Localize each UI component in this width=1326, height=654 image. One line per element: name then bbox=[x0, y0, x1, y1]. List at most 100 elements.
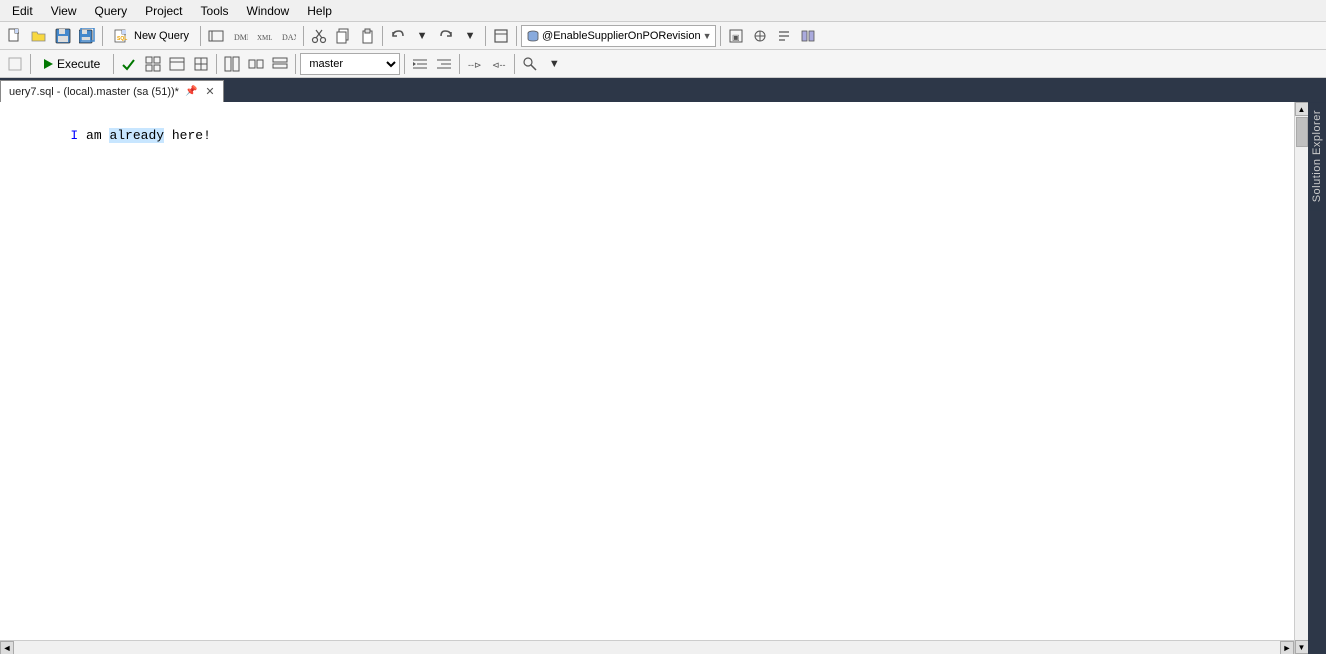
tb-extra-icon-1: ▣ bbox=[728, 28, 744, 44]
tb2-icon-a bbox=[224, 56, 240, 72]
svg-text:▣: ▣ bbox=[732, 33, 740, 42]
sep-t2-3 bbox=[216, 54, 217, 74]
svg-text:--⊳: --⊳ bbox=[468, 60, 482, 70]
pin-icon[interactable]: 📌 bbox=[185, 86, 197, 97]
save-button[interactable] bbox=[52, 25, 74, 47]
connection-dropdown[interactable]: @EnableSupplierOnPORevision ▼ bbox=[521, 25, 716, 47]
tb2-btn-b[interactable] bbox=[245, 53, 267, 75]
tab-bar: uery7.sql - (local).master (sa (51))* 📌 … bbox=[0, 78, 1326, 102]
comment-button[interactable]: --⊳ bbox=[464, 53, 486, 75]
new-file-button[interactable] bbox=[4, 25, 26, 47]
code-highlight-already: already bbox=[109, 128, 164, 143]
zoom-icon bbox=[522, 56, 538, 72]
check-icon bbox=[121, 56, 137, 72]
copy-button[interactable] bbox=[332, 25, 354, 47]
v-scroll-track[interactable] bbox=[1295, 116, 1308, 640]
paste-button[interactable] bbox=[356, 25, 378, 47]
zoom-button[interactable] bbox=[519, 53, 541, 75]
execute-label: Execute bbox=[57, 57, 100, 71]
tb2-grid-icon-3 bbox=[193, 56, 209, 72]
v-scrollbar: ▲ ▼ bbox=[1294, 102, 1308, 654]
h-scroll-track[interactable] bbox=[14, 641, 1280, 654]
tb2-icon-c bbox=[272, 56, 288, 72]
sep-4 bbox=[382, 26, 383, 46]
open-file-button[interactable] bbox=[28, 25, 50, 47]
execute-button[interactable]: Execute bbox=[35, 53, 109, 75]
fullscreen-button[interactable] bbox=[490, 25, 512, 47]
tb2-grid-3[interactable] bbox=[190, 53, 212, 75]
menu-query[interactable]: Query bbox=[86, 2, 135, 20]
indent-button[interactable] bbox=[409, 53, 431, 75]
tb-extra-icon-4 bbox=[800, 28, 816, 44]
parse-button[interactable] bbox=[118, 53, 140, 75]
editor-area: I am already here! ◄ ► bbox=[0, 102, 1294, 654]
query-tab[interactable]: uery7.sql - (local).master (sa (51))* 📌 … bbox=[0, 80, 224, 102]
close-tab-icon[interactable]: ✕ bbox=[205, 85, 214, 98]
save-all-icon bbox=[79, 28, 95, 44]
undo-button[interactable] bbox=[387, 25, 409, 47]
right-panel: Solution Explorer bbox=[1308, 102, 1326, 654]
menu-help[interactable]: Help bbox=[299, 2, 340, 20]
tb2-grid-1[interactable] bbox=[142, 53, 164, 75]
connection-arrow: ▼ bbox=[703, 31, 712, 41]
redo-button[interactable] bbox=[435, 25, 457, 47]
toolbar-1: SQL New Query DMF XMLA DAX bbox=[0, 22, 1326, 50]
menu-bar: Edit View Query Project Tools Window Hel… bbox=[0, 0, 1326, 22]
solution-explorer-tab[interactable]: Solution Explorer bbox=[1309, 102, 1325, 210]
tb-extra-4[interactable] bbox=[797, 25, 819, 47]
menu-edit[interactable]: Edit bbox=[4, 2, 41, 20]
sep-1 bbox=[102, 26, 103, 46]
tb-extra-2[interactable] bbox=[749, 25, 771, 47]
sep-7 bbox=[720, 26, 721, 46]
tb2-btn-c[interactable] bbox=[269, 53, 291, 75]
undo-dropdown[interactable]: ▼ bbox=[411, 25, 433, 47]
menu-tools[interactable]: Tools bbox=[193, 2, 237, 20]
uncomment-button[interactable]: ⊲-- bbox=[488, 53, 510, 75]
tb-btn-4[interactable]: DMF bbox=[229, 25, 251, 47]
execute-play-icon bbox=[44, 59, 53, 69]
menu-view[interactable]: View bbox=[43, 2, 85, 20]
sep-t2-2 bbox=[113, 54, 114, 74]
tb-btn-6[interactable]: DAX bbox=[277, 25, 299, 47]
v-scroll-down-btn[interactable]: ▼ bbox=[1295, 640, 1309, 654]
tb-extra-3[interactable] bbox=[773, 25, 795, 47]
h-scroll-left-btn[interactable]: ◄ bbox=[0, 641, 14, 654]
tb-icon-6: DAX bbox=[280, 28, 296, 44]
new-query-button[interactable]: SQL New Query bbox=[107, 25, 196, 47]
cut-button[interactable] bbox=[308, 25, 330, 47]
sep-5 bbox=[485, 26, 486, 46]
sep-t2-1 bbox=[30, 54, 31, 74]
editor-content[interactable]: I am already here! bbox=[0, 102, 1294, 640]
redo-dropdown[interactable]: ▼ bbox=[459, 25, 481, 47]
tb-extra-1[interactable]: ▣ bbox=[725, 25, 747, 47]
outdent-button[interactable] bbox=[433, 53, 455, 75]
tb-icon-4: DMF bbox=[232, 28, 248, 44]
menu-window[interactable]: Window bbox=[239, 2, 298, 20]
h-scroll-right-btn[interactable]: ► bbox=[1280, 641, 1294, 654]
open-icon bbox=[31, 28, 47, 44]
tab-label: uery7.sql - (local).master (sa (51))* bbox=[9, 86, 179, 98]
new-file-icon bbox=[7, 28, 23, 44]
svg-text:DAX: DAX bbox=[282, 33, 296, 42]
sep-t2-7 bbox=[514, 54, 515, 74]
tb-icon-3 bbox=[208, 28, 224, 44]
v-scroll-thumb[interactable] bbox=[1296, 117, 1308, 147]
indent-icon bbox=[412, 56, 428, 72]
code-line-1: I am already here! bbox=[8, 106, 1286, 165]
undo-icon bbox=[390, 28, 406, 44]
uncomment-icon: ⊲-- bbox=[491, 56, 507, 72]
tb2-grid-2[interactable] bbox=[166, 53, 188, 75]
copy-icon bbox=[335, 28, 351, 44]
save-all-button[interactable] bbox=[76, 25, 98, 47]
menu-project[interactable]: Project bbox=[137, 2, 190, 20]
new-query-icon: SQL bbox=[114, 28, 130, 44]
tb2-btn-1[interactable] bbox=[4, 53, 26, 75]
tb2-btn-a[interactable] bbox=[221, 53, 243, 75]
zoom-dropdown[interactable]: ▼ bbox=[543, 53, 565, 75]
database-select[interactable]: master bbox=[300, 53, 400, 75]
tb-btn-5[interactable]: XMLA bbox=[253, 25, 275, 47]
v-scroll-up-btn[interactable]: ▲ bbox=[1295, 102, 1309, 116]
db-icon bbox=[526, 29, 540, 43]
tb-btn-3[interactable] bbox=[205, 25, 227, 47]
svg-text:DMF: DMF bbox=[234, 33, 248, 42]
